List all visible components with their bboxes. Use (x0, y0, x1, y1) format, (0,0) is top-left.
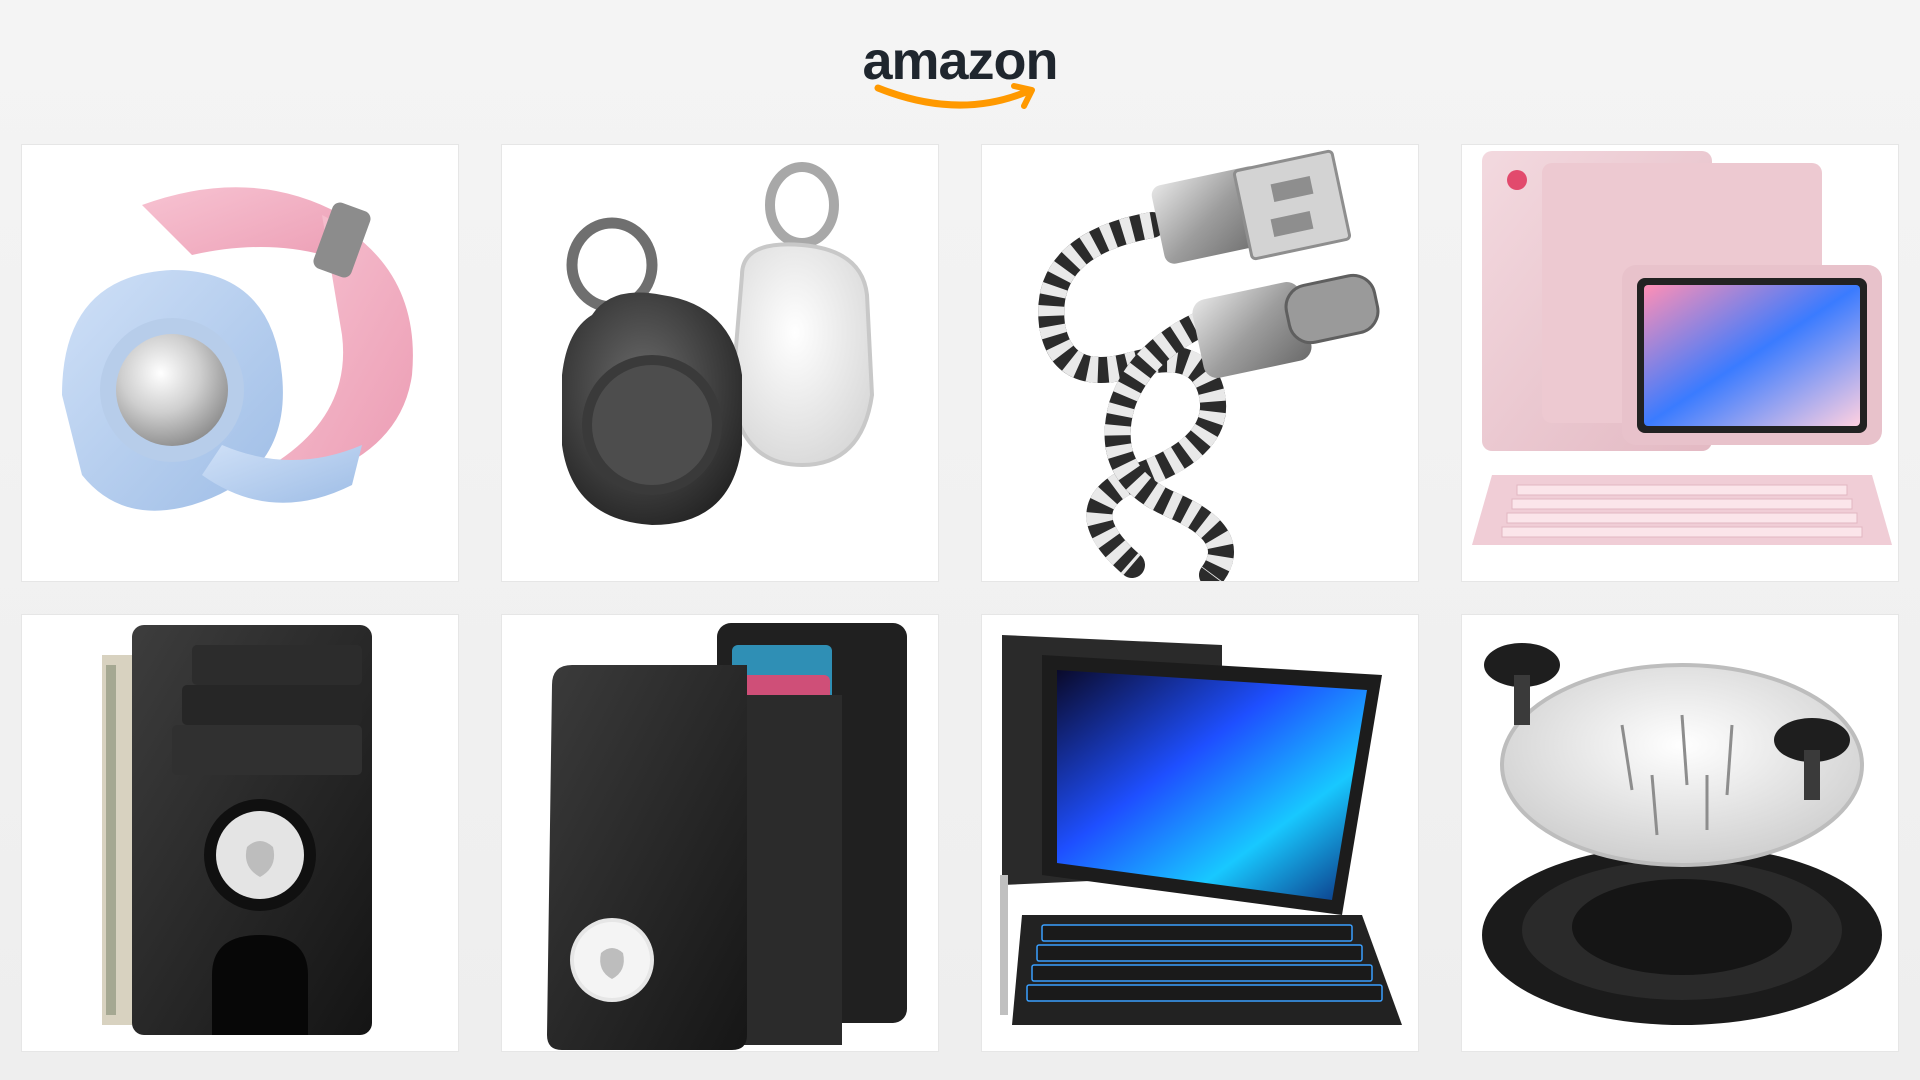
product-tile-8[interactable] (1462, 615, 1898, 1051)
herb-grinder-icon (1482, 643, 1882, 1025)
tablet-backlit-keyboard-case-icon (1000, 635, 1402, 1025)
braided-usb-c-cable-icon (1038, 149, 1380, 581)
product-tile-1[interactable] (22, 145, 458, 581)
product-tile-3[interactable] (982, 145, 1418, 581)
bifold-wallet-tracker-icon (547, 623, 907, 1050)
amazon-logo[interactable]: amazon (850, 30, 1070, 114)
product-tile-4[interactable] (1462, 145, 1898, 581)
kids-watch-band-tracker-holder-icon (62, 187, 413, 511)
amazon-smile-icon (874, 83, 1035, 109)
product-tile-7[interactable] (982, 615, 1418, 1051)
slim-wallet-tracker-slot-icon (102, 625, 372, 1035)
pink-tablet-keyboard-case-icon (1472, 151, 1892, 545)
product-grid (22, 145, 1898, 1051)
tracker-keychain-case-icon (562, 162, 875, 525)
product-tile-5[interactable] (22, 615, 458, 1051)
product-tile-2[interactable] (502, 145, 938, 581)
product-tile-6[interactable] (502, 615, 938, 1051)
